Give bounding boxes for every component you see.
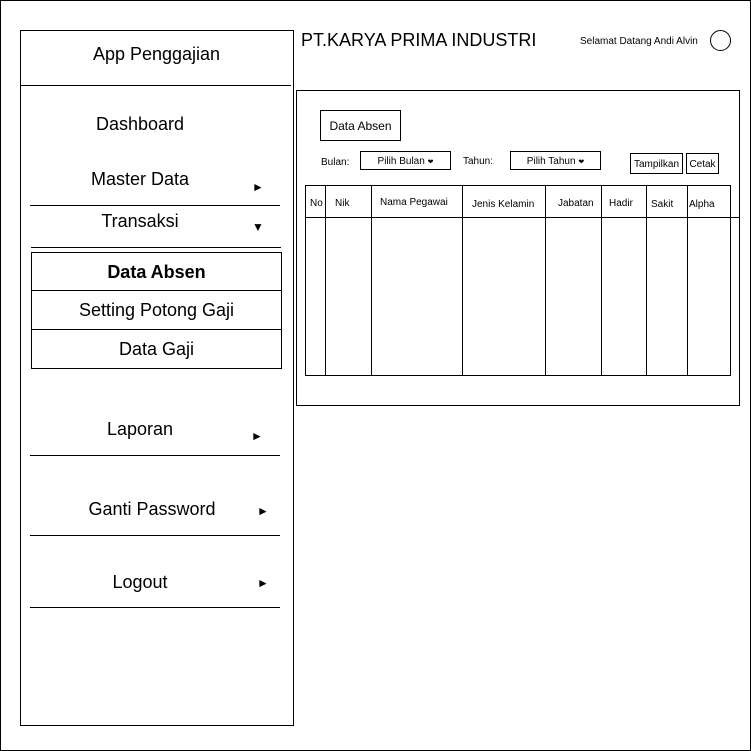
sidebar-divider <box>30 607 280 608</box>
dropdown-icon: ❤ <box>427 159 434 166</box>
column-header-alpha: Alpha <box>689 199 715 210</box>
sidebar-item-transaksi[interactable]: Transaksi <box>30 211 250 232</box>
tahun-select[interactable]: Pilih Tahun ❤ <box>510 151 601 170</box>
app-title: App Penggajian <box>92 44 221 64</box>
column-header-no: No <box>310 198 323 209</box>
column-header-hadir: Hadir <box>609 198 633 209</box>
dropdown-icon: ❤ <box>578 159 585 166</box>
sidebar-item-ganti-password[interactable]: Ganti Password <box>42 499 262 520</box>
column-header-jabatan: Jabatan <box>558 198 594 209</box>
chevron-right-icon: ► <box>252 180 264 194</box>
avatar[interactable] <box>710 30 731 51</box>
sidebar-divider <box>31 247 281 248</box>
sidebar-item-logout[interactable]: Logout <box>30 572 250 593</box>
company-name: PT.KARYA PRIMA INDUSTRI <box>301 30 537 50</box>
chevron-right-icon: ► <box>251 429 263 443</box>
submenu-divider <box>32 329 281 330</box>
chevron-right-icon: ► <box>257 504 269 518</box>
tahun-select-value: Pilih Tahun <box>526 156 576 167</box>
bulan-label: Bulan: <box>321 157 350 168</box>
sidebar-title-divider <box>21 85 291 86</box>
table-column-divider <box>325 185 326 375</box>
bulan-select-value: Pilih Bulan <box>377 156 425 167</box>
sidebar-divider <box>30 455 280 456</box>
column-header-jenis-kelamin: Jenis Kelamin <box>472 199 535 210</box>
absen-table <box>305 185 731 376</box>
sidebar-item-master-data[interactable]: Master Data <box>30 169 250 190</box>
column-header-sakit: Sakit <box>651 199 674 210</box>
table-column-divider <box>646 185 647 375</box>
tampilkan-button[interactable]: Tampilkan <box>630 153 683 174</box>
submenu-item-data-absen[interactable]: Data Absen <box>32 262 281 283</box>
welcome-text: Selamat Datang Andi Alvin <box>580 36 698 47</box>
submenu-divider <box>32 290 281 291</box>
page-title: Data Absen <box>320 110 401 141</box>
table-column-divider <box>601 185 602 375</box>
transaksi-submenu: Data Absen Setting Potong Gaji Data Gaji <box>31 252 282 369</box>
chevron-right-icon: ► <box>257 576 269 590</box>
column-header-nik: Nik <box>335 198 350 209</box>
sidebar-divider <box>30 205 280 206</box>
table-column-divider <box>545 185 546 375</box>
column-header-nama-pegawai: Nama Pegawai <box>380 197 448 208</box>
cetak-button[interactable]: Cetak <box>686 153 719 174</box>
table-column-divider <box>687 185 688 375</box>
table-column-divider <box>462 185 463 375</box>
sidebar-item-dashboard[interactable]: Dashboard <box>30 114 250 135</box>
sidebar-divider <box>30 535 280 536</box>
submenu-item-data-gaji[interactable]: Data Gaji <box>32 339 281 360</box>
bulan-select[interactable]: Pilih Bulan ❤ <box>360 151 451 170</box>
tahun-label: Tahun: <box>463 156 494 167</box>
table-column-divider <box>371 185 372 375</box>
sidebar-item-laporan[interactable]: Laporan <box>30 419 250 440</box>
chevron-down-icon: ▼ <box>252 220 264 234</box>
submenu-item-setting-potong-gaji[interactable]: Setting Potong Gaji <box>32 300 281 321</box>
